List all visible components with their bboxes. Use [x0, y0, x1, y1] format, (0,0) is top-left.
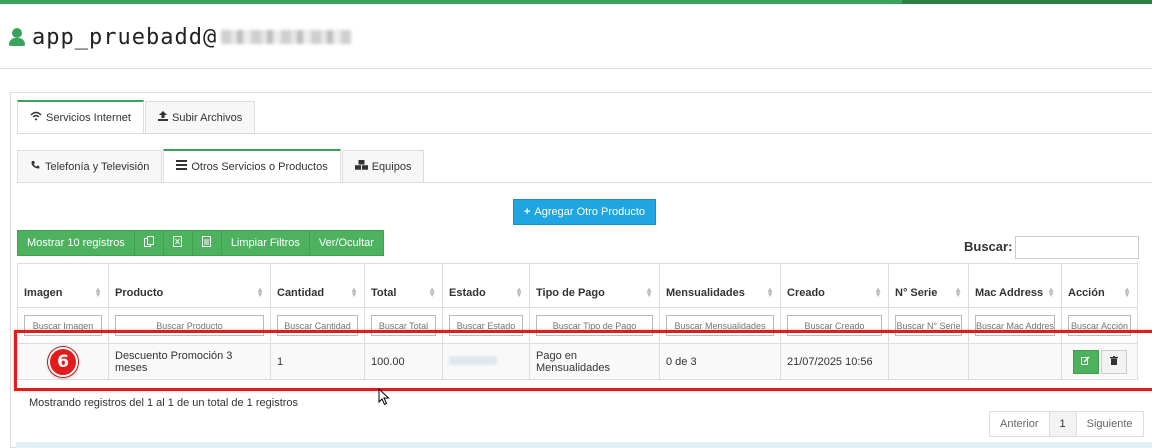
tab-label: Servicios Internet — [46, 111, 131, 124]
tab-label: Equipos — [371, 160, 412, 173]
pagination-next[interactable]: Siguiente — [1075, 411, 1144, 437]
col-header-imagen[interactable]: Imagen ▲ ▼ — [17, 263, 109, 308]
subtabs-divider — [17, 182, 1152, 183]
excel-icon — [173, 236, 183, 250]
wifi-icon — [30, 111, 42, 124]
col-header-tipo-pago[interactable]: Tipo de Pago ▲ ▼ — [529, 263, 660, 308]
col-header-producto[interactable]: Producto ▲ ▼ — [108, 263, 271, 308]
col-header-mac[interactable]: Mac Address ▲ ▼ — [968, 263, 1062, 308]
pagination: Anterior 1 Siguiente — [989, 411, 1144, 437]
tab-equipos[interactable]: Equipos — [341, 150, 425, 182]
bottom-info-strip — [16, 442, 1152, 448]
col-header-total[interactable]: Total ▲ ▼ — [364, 263, 443, 308]
secondary-tabs: Telefonía y Televisión Otros Servicios o… — [17, 149, 425, 182]
tab-label: Subir Archivos — [171, 111, 243, 124]
col-header-cantidad[interactable]: Cantidad ▲ ▼ — [270, 263, 365, 308]
search-input[interactable] — [1015, 236, 1139, 259]
main-panel: Servicios Internet Subir Archivos Telefo… — [10, 92, 1152, 448]
records-info: Mostrando registros del 1 al 1 de un tot… — [29, 397, 299, 409]
header-divider — [0, 68, 1152, 69]
search-label: Buscar: — [964, 239, 1013, 254]
file-icon — [202, 236, 212, 250]
pagination-page-1[interactable]: 1 — [1048, 411, 1077, 437]
toggle-columns-button[interactable]: Ver/Ocultar — [308, 230, 384, 256]
primary-tabs: Servicios Internet Subir Archivos — [17, 100, 256, 133]
tabs-divider — [17, 133, 1152, 134]
add-product-button[interactable]: + Agregar Otro Producto — [513, 199, 656, 225]
col-header-accion[interactable]: Acción ▲ ▼ — [1061, 263, 1138, 308]
mouse-cursor-icon — [378, 387, 390, 411]
top-accent-bar-dark — [902, 0, 1152, 4]
print-button[interactable] — [191, 230, 222, 256]
table-header-row: Imagen ▲ ▼ Producto ▲ ▼ Cantidad ▲ ▼ Total ▲ ▼ E… — [17, 263, 1138, 308]
show-records-button[interactable]: Mostrar 10 registros — [17, 230, 135, 256]
annotation-highlight-box — [14, 330, 1152, 391]
redacted-domain — [221, 30, 352, 44]
tab-subir-archivos[interactable]: Subir Archivos — [144, 101, 256, 133]
pagination-prev[interactable]: Anterior — [989, 411, 1050, 437]
phone-tv-icon — [30, 160, 41, 173]
tab-label: Telefonía y Televisión — [45, 160, 150, 173]
tab-otros-servicios[interactable]: Otros Servicios o Productos — [163, 149, 341, 182]
cubes-icon — [354, 160, 368, 173]
top-accent-bar — [0, 0, 1152, 4]
excel-button[interactable] — [162, 230, 193, 256]
user-icon — [8, 28, 26, 46]
col-header-serie[interactable]: N° Serie ▲ ▼ — [888, 263, 969, 308]
page-header: app_pruebadd@ — [8, 22, 352, 52]
table-toolbar: Mostrar 10 registros Limpiar Filtros Ver… — [17, 230, 384, 256]
annotation-badge: 6 — [48, 347, 78, 377]
copy-button[interactable] — [133, 230, 164, 256]
copy-icon — [143, 236, 154, 250]
plus-icon: + — [523, 206, 531, 218]
col-header-estado[interactable]: Estado ▲ ▼ — [442, 263, 530, 308]
col-header-creado[interactable]: Creado ▲ ▼ — [780, 263, 889, 308]
upload-icon — [157, 111, 168, 124]
tab-label: Otros Servicios o Productos — [191, 160, 328, 173]
tab-telefonia-television[interactable]: Telefonía y Televisión — [17, 150, 163, 182]
add-product-label: Agregar Otro Producto — [534, 206, 646, 218]
clear-filters-button[interactable]: Limpiar Filtros — [220, 230, 310, 256]
page-title: app_pruebadd@ — [32, 24, 218, 50]
tab-servicios-internet[interactable]: Servicios Internet — [17, 100, 144, 133]
list-icon — [176, 160, 188, 173]
col-header-mensualidades[interactable]: Mensualidades ▲ ▼ — [659, 263, 781, 308]
